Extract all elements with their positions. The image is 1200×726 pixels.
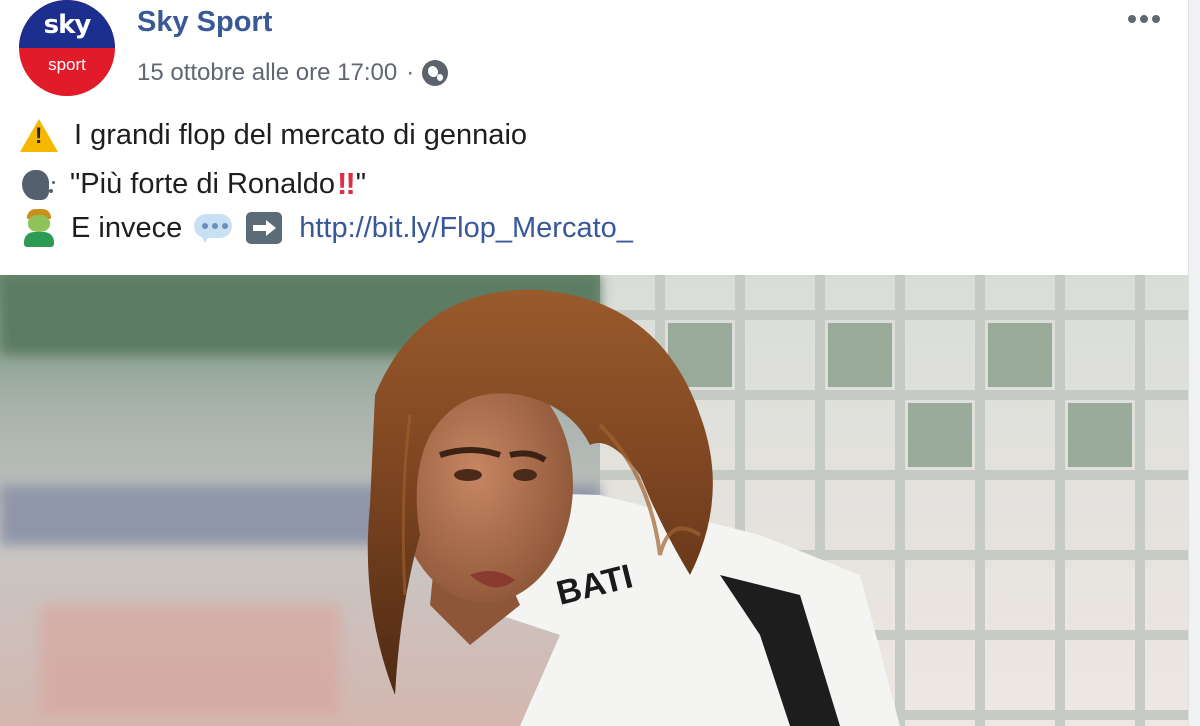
- line-1-text: I grandi flop del mercato di gennaio: [74, 118, 528, 151]
- footballer-photo: BATI: [0, 275, 1188, 726]
- page-name-link[interactable]: Sky Sport: [137, 6, 272, 39]
- scrollbar[interactable]: [1188, 0, 1200, 726]
- globe-icon[interactable]: [422, 60, 449, 86]
- post-text-line-1: I grandi flop del mercato di gennaio: [19, 113, 527, 157]
- line-2-text: "Più forte di Ronaldo: [70, 167, 336, 200]
- speaking-head-icon: [22, 167, 56, 201]
- warning-icon: [20, 118, 58, 152]
- right-arrow-icon: [246, 212, 283, 244]
- post-timestamp[interactable]: 15 ottobre alle ore 17:00: [137, 59, 397, 87]
- avatar-sub: sport: [48, 55, 86, 74]
- post-text-line-3: E invece http://bit.ly/Flop_Mercato_: [19, 206, 633, 250]
- meta-separator: ·: [406, 59, 415, 86]
- line-2-closing-quote: ": [355, 167, 367, 200]
- line-3-text: E invece: [71, 211, 183, 244]
- post-image[interactable]: BATI: [0, 275, 1188, 726]
- facebook-post: sky sport Sky Sport 15 ottobre alle ore …: [0, 0, 1188, 726]
- nauseated-person-icon: [24, 209, 54, 247]
- post-link[interactable]: http://bit.ly/Flop_Mercato_: [299, 212, 633, 245]
- page-avatar[interactable]: sky sport: [19, 0, 115, 96]
- double-exclamation-icon: ‼: [337, 166, 356, 201]
- post-text-line-2: "Più forte di Ronaldo ‼ ": [19, 162, 366, 206]
- avatar-brand: sky: [43, 10, 92, 40]
- post-meta: 15 ottobre alle ore 17:00 ·: [137, 56, 449, 90]
- more-options-icon[interactable]: [1128, 12, 1168, 26]
- speech-bubble-icon: [194, 214, 233, 243]
